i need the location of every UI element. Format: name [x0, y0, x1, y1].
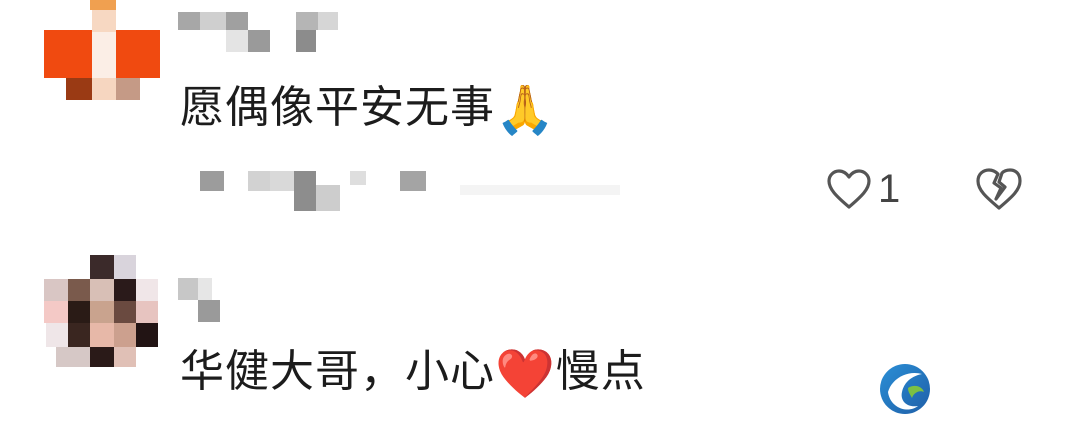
app-logo-icon	[878, 362, 932, 416]
comment-text: 愿偶像平安无事🙏	[180, 80, 556, 138]
like-button[interactable]: 1	[826, 166, 900, 212]
username[interactable]	[178, 276, 238, 326]
comment-list: 愿偶像平安无事🙏 1 华健大哥，小心❤️慢点	[0, 0, 1080, 421]
red-heart-emoji: ❤️	[495, 346, 556, 402]
comment-text: 华健大哥，小心❤️慢点	[180, 344, 646, 402]
folded-hands-emoji: 🙏	[495, 82, 556, 138]
comment-meta	[200, 165, 620, 215]
comment-body: 华健大哥，小心	[180, 346, 495, 397]
comment-body: 愿偶像平安无事	[180, 82, 495, 133]
avatar[interactable]	[44, 0, 160, 100]
username[interactable]	[178, 8, 338, 56]
comment-body-tail: 慢点	[555, 346, 646, 397]
broken-heart-icon	[976, 168, 1022, 210]
avatar[interactable]	[44, 255, 160, 370]
heart-outline-icon	[827, 169, 871, 209]
like-count: 1	[878, 167, 901, 211]
dislike-button[interactable]	[974, 166, 1024, 212]
